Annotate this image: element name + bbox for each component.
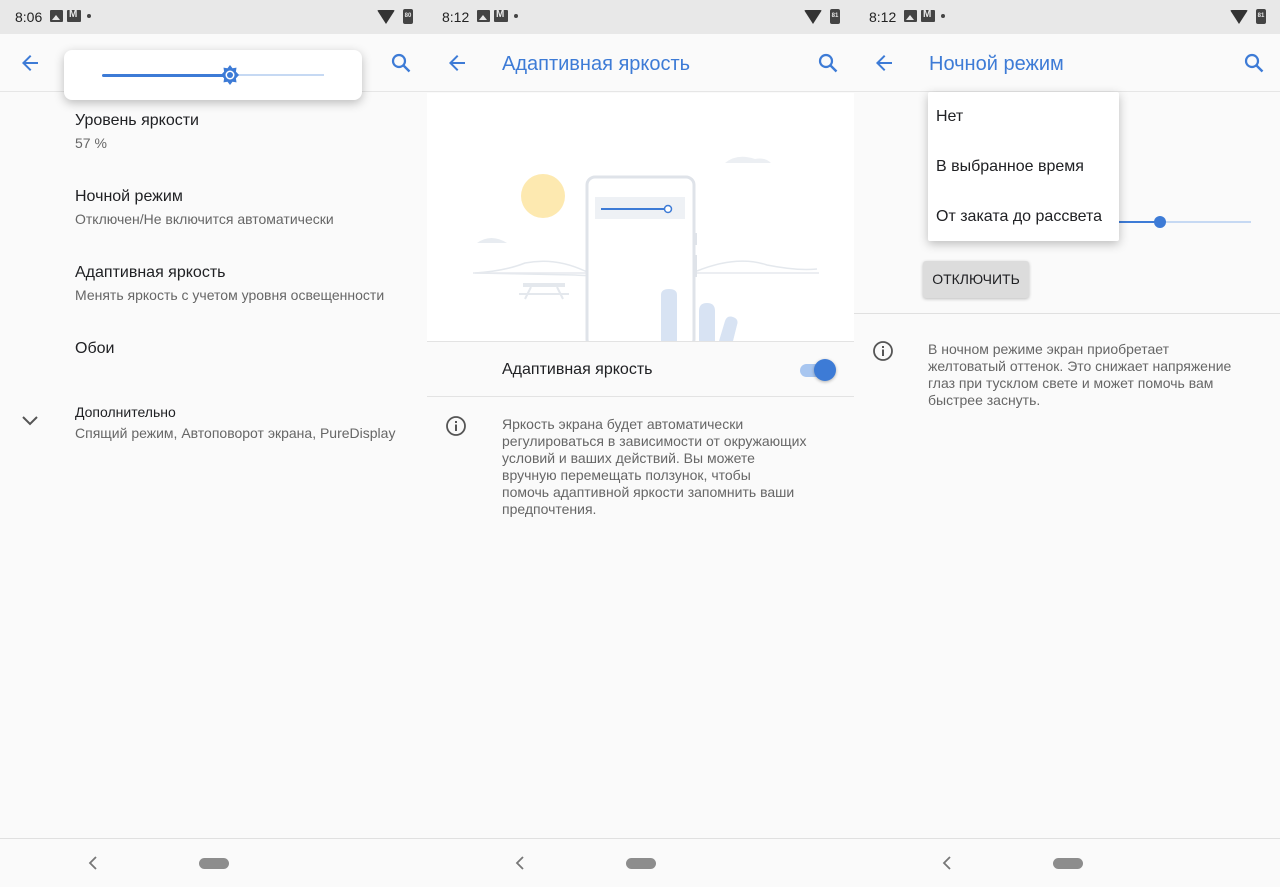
info-line: Яркость экрана будет автоматически	[502, 416, 744, 432]
battery-icon: 80	[403, 9, 413, 24]
gmail-icon	[921, 9, 935, 22]
screens: 8:06 80	[0, 0, 1280, 887]
brightness-thumb-icon[interactable]	[218, 63, 242, 87]
list-item-wallpaper[interactable]: Обои	[0, 321, 427, 397]
nav-home-pill[interactable]	[199, 858, 229, 869]
schedule-dropdown-menu: Нет В выбранное время От заката до рассв…	[928, 92, 1119, 241]
more-notifications-dot	[941, 14, 945, 18]
list-item-title: Уровень яркости	[75, 112, 199, 129]
notification-icons	[50, 9, 91, 22]
divider	[854, 313, 1280, 314]
settings-list: Уровень яркости 57 % Ночной режим Отключ…	[0, 93, 427, 473]
list-item-night-mode[interactable]: Ночной режим Отключен/Не включится автом…	[0, 169, 427, 245]
list-item-brightness[interactable]: Уровень яркости 57 %	[0, 93, 427, 169]
status-bar: 8:06 80	[0, 0, 427, 34]
navigation-bar	[427, 838, 854, 887]
app-bar: Ночной режим	[854, 34, 1280, 92]
image-icon	[477, 10, 490, 22]
list-item-subtitle: Спящий режим, Автоповорот экрана, PureDi…	[75, 425, 396, 441]
list-item-adaptive-brightness[interactable]: Адаптивная яркость Менять яркость с учет…	[0, 245, 427, 321]
page-title: Ночной режим	[929, 53, 1064, 75]
wifi-icon	[377, 9, 395, 24]
status-bar: 8:12 81	[854, 0, 1280, 34]
nav-back-icon[interactable]	[88, 856, 98, 870]
nav-home-pill[interactable]	[626, 858, 656, 869]
wifi-icon	[1230, 9, 1248, 24]
list-item-title: Обои	[75, 340, 115, 357]
image-icon	[50, 10, 63, 22]
info-description: Яркость экрана будет автоматически регул…	[502, 416, 842, 518]
list-item-subtitle: Менять яркость с учетом уровня освещенно…	[75, 287, 385, 303]
info-line: условий и ваших действий. Вы можете	[502, 450, 755, 466]
info-line: глаз при тусклом свете и может помочь ва…	[928, 375, 1214, 391]
list-item-title: Адаптивная яркость	[75, 264, 226, 281]
info-line: помочь адаптивной яркости запомнить ваши	[502, 484, 795, 500]
wifi-icon	[804, 9, 822, 24]
intensity-track-empty	[1160, 221, 1251, 223]
chevron-down-icon	[22, 416, 38, 426]
switch-thumb	[814, 359, 836, 381]
adaptive-brightness-screen: 8:12 81 Адаптивная яркость	[427, 0, 854, 887]
list-item-subtitle: Отключен/Не включится автоматически	[75, 211, 334, 227]
intensity-slider-thumb[interactable]	[1154, 216, 1166, 228]
info-icon	[446, 416, 466, 436]
nav-back-icon[interactable]	[515, 856, 525, 870]
menu-item-sunset-sunrise[interactable]: От заката до рассвета	[936, 208, 1102, 226]
display-settings-screen: 8:06 80	[0, 0, 427, 887]
status-time: 8:06	[15, 9, 43, 25]
status-bar: 8:12 81	[427, 0, 854, 34]
more-notifications-dot	[87, 14, 91, 18]
navigation-bar	[0, 838, 427, 887]
brightness-track-empty	[230, 74, 324, 76]
search-icon[interactable]	[1242, 51, 1266, 75]
menu-item-custom-time[interactable]: В выбранное время	[936, 158, 1084, 176]
back-arrow-icon[interactable]	[18, 51, 42, 75]
status-right: 80	[377, 9, 413, 24]
info-icon	[873, 341, 893, 361]
image-icon	[904, 10, 917, 22]
app-bar: Адаптивная яркость	[427, 34, 854, 92]
list-item-title: Ночной режим	[75, 188, 183, 205]
nav-back-icon[interactable]	[942, 856, 952, 870]
nav-home-pill[interactable]	[1053, 858, 1083, 869]
page-title: Адаптивная яркость	[502, 53, 691, 75]
gmail-icon	[67, 9, 81, 22]
list-item-title: Дополнительно	[75, 404, 176, 420]
turn-off-button[interactable]: ОТКЛЮЧИТЬ	[923, 261, 1029, 298]
info-line: вручную перемещать ползунок, чтобы	[502, 467, 751, 483]
status-right: 81	[804, 9, 840, 24]
status-time: 8:12	[442, 9, 470, 25]
notification-icons	[477, 9, 518, 22]
adaptive-brightness-illustration	[427, 93, 854, 341]
notification-icons	[904, 9, 945, 22]
info-line: предпочтения.	[502, 501, 597, 517]
list-item-advanced[interactable]: Дополнительно Спящий режим, Автоповорот …	[0, 397, 427, 473]
more-notifications-dot	[514, 14, 518, 18]
adaptive-brightness-toggle-row[interactable]: Адаптивная яркость	[427, 341, 854, 397]
info-line: регулироваться в зависимости от окружающ…	[502, 433, 807, 449]
menu-item-none[interactable]: Нет	[936, 108, 963, 126]
brightness-slider-popup	[64, 50, 362, 100]
night-mode-screen: 8:12 81 Ночной режим Нет	[854, 0, 1280, 887]
status-right: 81	[1230, 9, 1266, 24]
search-icon[interactable]	[816, 51, 840, 75]
adaptive-brightness-switch[interactable]	[800, 359, 836, 381]
navigation-bar	[854, 838, 1280, 887]
battery-icon: 81	[830, 9, 840, 24]
battery-icon: 81	[1256, 9, 1266, 24]
status-time: 8:12	[869, 9, 897, 25]
list-item-subtitle: 57 %	[75, 135, 107, 151]
info-line: В ночном режиме экран приобретает	[928, 341, 1170, 357]
info-line: быстрее заснуть.	[928, 392, 1041, 408]
info-line: желтоватый оттенок. Это снижает напряжен…	[928, 358, 1232, 374]
back-arrow-icon[interactable]	[872, 51, 896, 75]
info-description: В ночном режиме экран приобретает желтов…	[928, 341, 1273, 409]
brightness-track-filled	[102, 74, 230, 77]
back-arrow-icon[interactable]	[445, 51, 469, 75]
search-icon[interactable]	[389, 51, 413, 75]
gmail-icon	[494, 9, 508, 22]
toggle-label: Адаптивная яркость	[502, 361, 653, 378]
